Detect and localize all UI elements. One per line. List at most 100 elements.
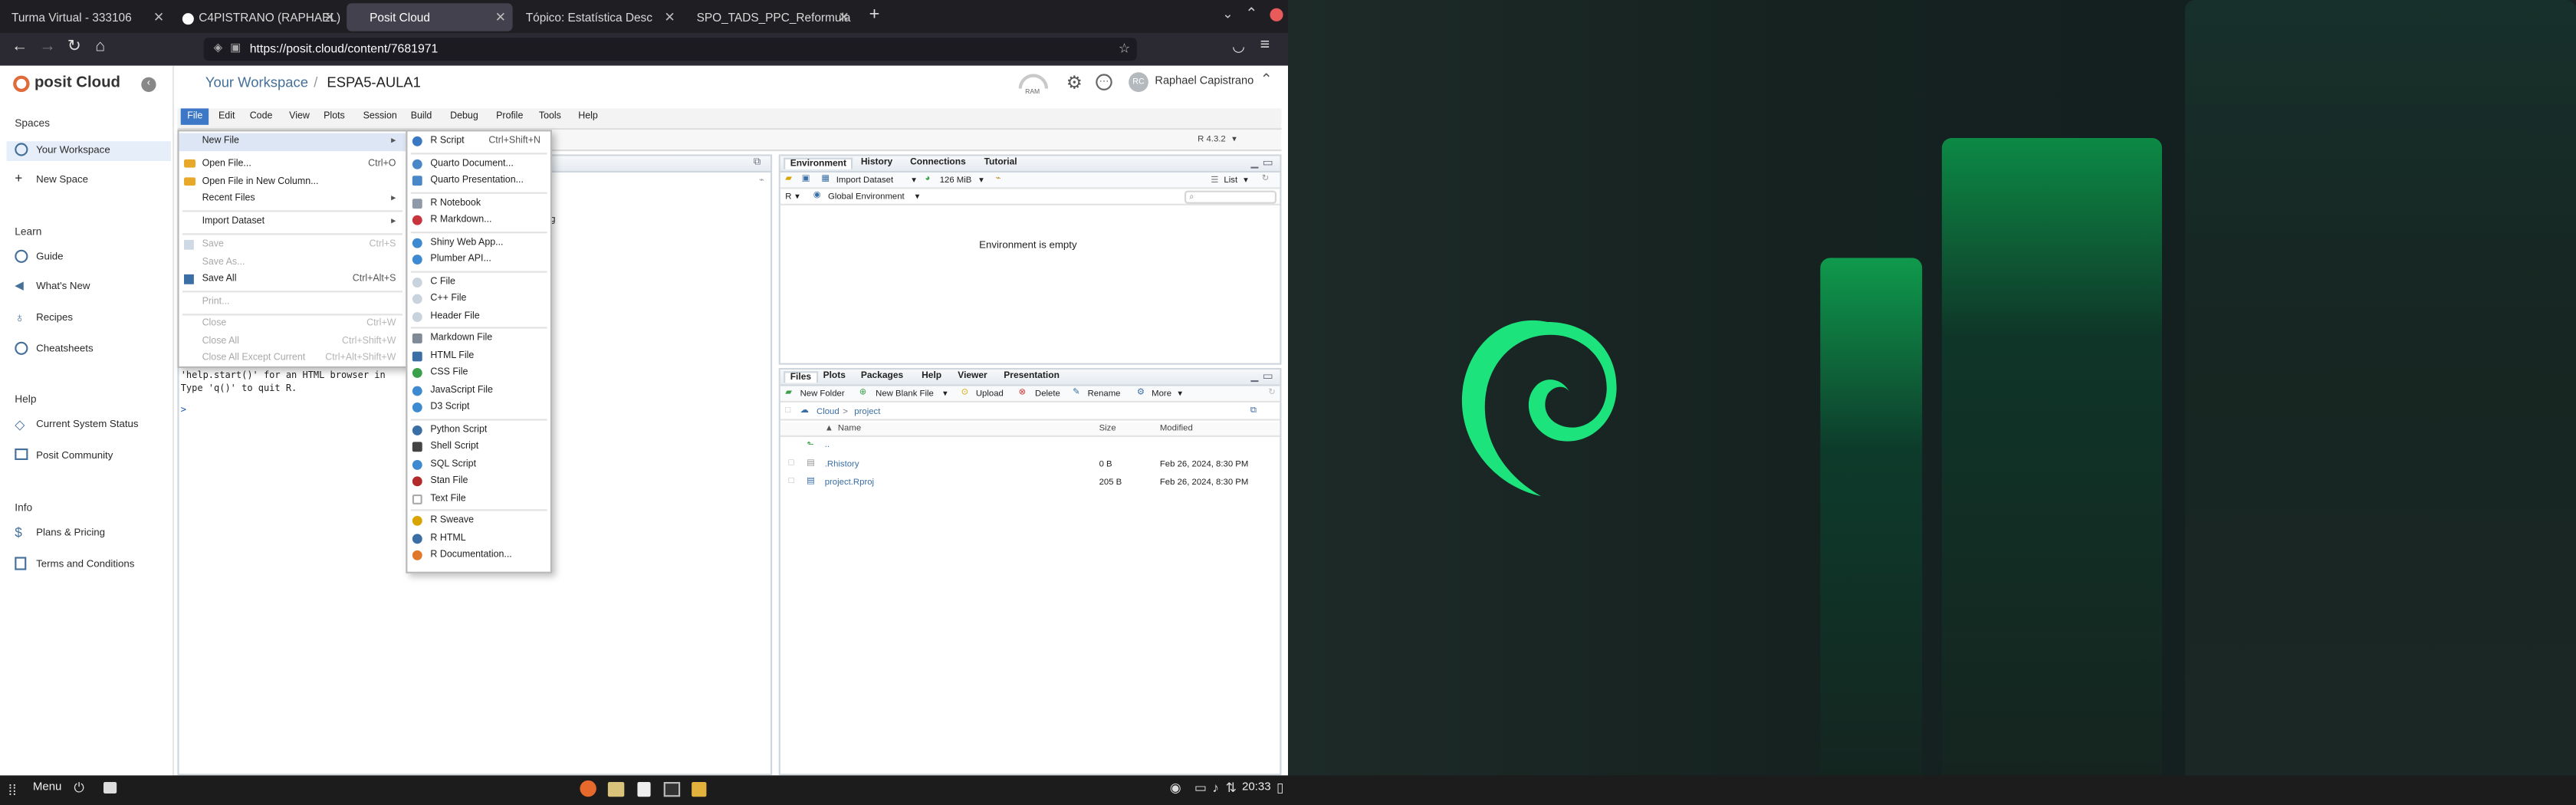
column-modified[interactable]: Modified <box>1160 424 1193 434</box>
refresh-icon[interactable]: ↻ <box>1262 174 1270 184</box>
environment-search-input[interactable]: ⌕ <box>1184 190 1276 204</box>
close-icon[interactable]: ✕ <box>664 3 675 31</box>
table-row[interactable]: ⬑ .. <box>780 439 1280 455</box>
file-menu-save-all[interactable]: Save All Ctrl+Alt+S <box>179 271 406 289</box>
posit-brand[interactable]: posit Cloud <box>34 74 120 92</box>
menu-file[interactable]: File <box>180 108 209 125</box>
more-options-icon[interactable]: ··· <box>1096 74 1112 90</box>
power-icon[interactable]: ⏻ <box>74 780 84 797</box>
broom-icon[interactable]: ⌁ <box>759 176 764 186</box>
sidebar-item-your-workspace[interactable]: Your Workspace <box>6 141 171 161</box>
new-r-documentation[interactable]: R Documentation... <box>407 547 550 565</box>
path-cloud-link[interactable]: Cloud <box>816 407 840 417</box>
column-name[interactable]: Name <box>838 424 861 434</box>
chevron-down-icon[interactable]: ▾ <box>795 192 800 202</box>
path-project-link[interactable]: project <box>854 407 880 417</box>
file-menu-close-all[interactable]: Close All Ctrl+Shift+W <box>179 333 406 350</box>
tab-plots[interactable]: Plots <box>823 371 846 381</box>
bookmark-star-icon[interactable]: ☆ <box>1119 38 1130 61</box>
more-button[interactable]: More <box>1152 389 1171 399</box>
sidebar-item-cheatsheets[interactable]: Cheatsheets <box>15 340 169 360</box>
close-icon[interactable]: ✕ <box>495 3 506 31</box>
menu-view[interactable]: View <box>289 112 310 122</box>
new-shell-script[interactable]: Shell Script <box>407 439 550 456</box>
file-menu-close[interactable]: Close Ctrl+W <box>179 315 406 333</box>
save-icon[interactable]: ▣ <box>802 174 810 184</box>
tab-files[interactable]: Files <box>784 371 818 383</box>
home-icon[interactable]: ⌂ <box>95 38 105 56</box>
chevron-down-icon[interactable]: ▾ <box>915 192 920 202</box>
maximize-icon[interactable]: ⌃ <box>1245 5 1257 23</box>
network-icon[interactable]: ⇅ <box>1226 780 1237 795</box>
new-quarto-presentation[interactable]: Quarto Presentation... <box>407 172 550 189</box>
menu-plots[interactable]: Plots <box>324 112 345 122</box>
sidebar-item-community[interactable]: Posit Community <box>15 447 169 467</box>
tab-viewer[interactable]: Viewer <box>958 371 987 381</box>
new-r-script[interactable]: R Script Ctrl+Shift+N <box>407 133 550 151</box>
folder-icon[interactable] <box>104 781 117 794</box>
maximize-pane-icon[interactable]: ▭ <box>1263 370 1273 383</box>
tab-connections[interactable]: Connections <box>910 158 966 168</box>
file-menu-new-file[interactable]: New File ▸ <box>179 133 406 151</box>
menu-code[interactable]: Code <box>250 112 273 122</box>
tab-history[interactable]: History <box>861 158 892 168</box>
chevron-down-icon[interactable]: ▾ <box>943 389 948 399</box>
user-name[interactable]: Raphael Capistrano <box>1155 76 1254 87</box>
chevron-down-icon[interactable]: ▾ <box>1178 389 1182 399</box>
go-to-directory-icon[interactable]: ⧉ <box>1250 406 1257 417</box>
new-javascript-file[interactable]: JavaScript File <box>407 382 550 399</box>
file-name-link[interactable]: .Rhistory <box>825 460 859 470</box>
hamburger-menu-icon[interactable]: ≡ <box>1260 36 1270 54</box>
new-folder-button[interactable]: New Folder <box>800 389 845 399</box>
row-checkbox[interactable]: □ <box>789 458 794 468</box>
pocket-icon[interactable]: ◡ <box>1232 38 1245 56</box>
minimize-pane-icon[interactable]: ▁ <box>1251 158 1259 169</box>
chevron-down-icon[interactable]: ▾ <box>979 176 984 186</box>
file-name-link[interactable]: project.Rproj <box>825 478 874 488</box>
new-plumber-api[interactable]: Plumber API... <box>407 251 550 268</box>
notes-icon[interactable] <box>692 781 707 797</box>
apps-grid-icon[interactable]: ⁞⁞ <box>8 782 17 798</box>
clock[interactable]: 20:33 <box>1242 782 1271 794</box>
new-text-file[interactable]: Text File <box>407 491 550 508</box>
menu-tools[interactable]: Tools <box>539 112 561 122</box>
breadcrumb-workspace-link[interactable]: Your Workspace <box>205 74 308 90</box>
new-markdown-file[interactable]: Markdown File <box>407 330 550 348</box>
close-icon[interactable]: ✕ <box>838 3 849 31</box>
sidebar-item-recipes[interactable]: ♁ Recipes <box>15 309 169 329</box>
new-d3-script[interactable]: D3 Script <box>407 399 550 417</box>
tab-environment[interactable]: Environment <box>784 157 853 169</box>
sort-asc-icon[interactable]: ▲ <box>825 424 833 434</box>
new-cpp-file[interactable]: C++ File <box>407 291 550 308</box>
refresh-icon[interactable]: ↻ <box>1268 388 1276 398</box>
list-view-toggle[interactable]: List <box>1224 176 1237 186</box>
file-menu-save-as[interactable]: Save As... <box>179 254 406 271</box>
minimize-pane-icon[interactable]: ▁ <box>1251 371 1259 383</box>
firefox-icon[interactable] <box>580 780 596 797</box>
menu-build[interactable]: Build <box>411 112 432 122</box>
browser-tab[interactable]: Turma Virtual - 333106 ✕ <box>3 3 171 31</box>
console-output[interactable]: 'help.start()' for an HTML browser in Ty… <box>181 371 386 418</box>
console-prompt[interactable]: > <box>181 406 386 418</box>
restore-pane-icon[interactable]: ⧉ <box>754 158 761 169</box>
import-dataset-button[interactable]: Import Dataset <box>836 176 893 186</box>
tab-packages[interactable]: Packages <box>861 371 903 381</box>
new-tab-icon[interactable]: + <box>869 5 880 25</box>
sidebar-item-guide[interactable]: Guide <box>15 248 169 268</box>
close-icon[interactable]: ✕ <box>324 3 335 31</box>
new-stan-file[interactable]: Stan File <box>407 473 550 491</box>
column-size[interactable]: Size <box>1099 424 1116 434</box>
tab-help[interactable]: Help <box>922 371 941 381</box>
sidebar-item-whats-new[interactable]: ◀ What's New <box>15 278 169 297</box>
parent-directory-link[interactable]: .. <box>825 440 830 450</box>
browser-tab[interactable]: Tópico: Estatística Desc ✕ <box>518 3 682 31</box>
avatar[interactable]: RC <box>1129 72 1148 92</box>
file-menu-save[interactable]: Save Ctrl+S <box>179 237 406 255</box>
new-html-file[interactable]: HTML File <box>407 347 550 365</box>
file-menu-close-all-except[interactable]: Close All Except Current Ctrl+Alt+Shift+W <box>179 350 406 367</box>
menu-help[interactable]: Help <box>578 112 598 122</box>
language-dropdown[interactable]: R <box>785 192 791 202</box>
menu-profile[interactable]: Profile <box>496 112 523 122</box>
bell-icon[interactable]: ♪ <box>1212 780 1219 795</box>
checkbox-icon[interactable]: □ <box>785 406 790 416</box>
